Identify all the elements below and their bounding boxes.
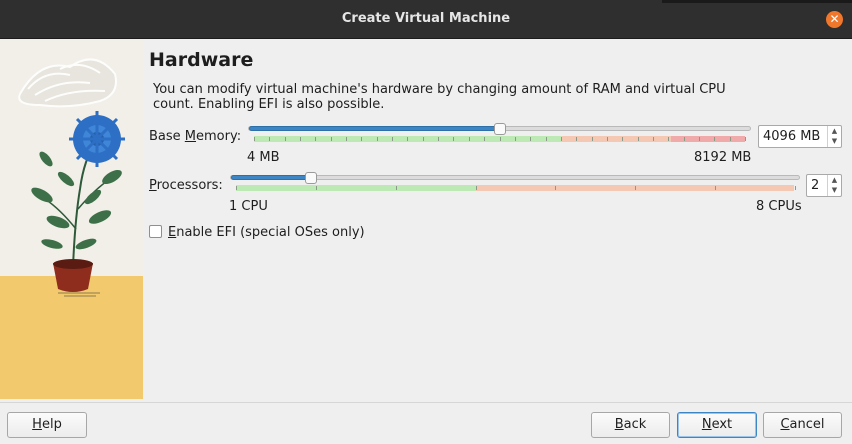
- processors-decrease-icon[interactable]: ▼: [828, 185, 841, 195]
- processors-max-label: 8 CPUs: [756, 199, 802, 214]
- processors-increase-icon[interactable]: ▲: [828, 175, 841, 185]
- title-bar-corner: [662, 0, 852, 3]
- memory-decrease-icon[interactable]: ▼: [828, 136, 841, 146]
- processors-spinbox[interactable]: 2 ▲ ▼: [806, 174, 842, 197]
- title-bar: Create Virtual Machine ✕: [0, 0, 852, 39]
- cancel-button[interactable]: Cancel: [763, 412, 842, 438]
- processors-min-label: 1 CPU: [229, 199, 268, 214]
- plant-illustration: [0, 39, 143, 399]
- back-button[interactable]: Back: [591, 412, 670, 438]
- memory-spin-arrows: ▲ ▼: [827, 126, 841, 147]
- memory-max-label: 8192 MB: [694, 150, 752, 165]
- base-memory-label: Base Memory:: [149, 129, 242, 144]
- close-icon[interactable]: ✕: [826, 11, 843, 28]
- processors-value: 2: [811, 178, 820, 193]
- memory-spinbox[interactable]: 4096 MB ▲ ▼: [758, 125, 842, 148]
- button-bar: Help Back Next Cancel: [0, 402, 852, 444]
- enable-efi-checkbox[interactable]: [149, 225, 162, 238]
- wizard-content: Hardware You can modify virtual machine'…: [0, 39, 852, 402]
- base-memory-slider-handle[interactable]: [493, 123, 506, 135]
- memory-min-label: 4 MB: [247, 150, 280, 165]
- wizard-illustration: [0, 39, 143, 399]
- window-title: Create Virtual Machine: [341, 11, 511, 26]
- memory-increase-icon[interactable]: ▲: [828, 126, 841, 136]
- base-memory-slider-fill: [249, 126, 501, 131]
- enable-efi-label[interactable]: Enable EFI (special OSes only): [168, 225, 365, 240]
- memory-ticks: [254, 137, 746, 141]
- processors-slider-handle[interactable]: [305, 172, 318, 184]
- help-button[interactable]: Help: [7, 412, 87, 438]
- processors-ticks: [236, 186, 796, 190]
- page-description: You can modify virtual machine's hardwar…: [153, 82, 726, 112]
- page-title: Hardware: [149, 49, 254, 71]
- processors-spin-arrows: ▲ ▼: [827, 175, 841, 196]
- processors-label: Processors:: [149, 178, 223, 193]
- memory-value: 4096 MB: [763, 129, 821, 144]
- processors-slider-fill: [231, 175, 313, 180]
- next-button[interactable]: Next: [677, 412, 757, 438]
